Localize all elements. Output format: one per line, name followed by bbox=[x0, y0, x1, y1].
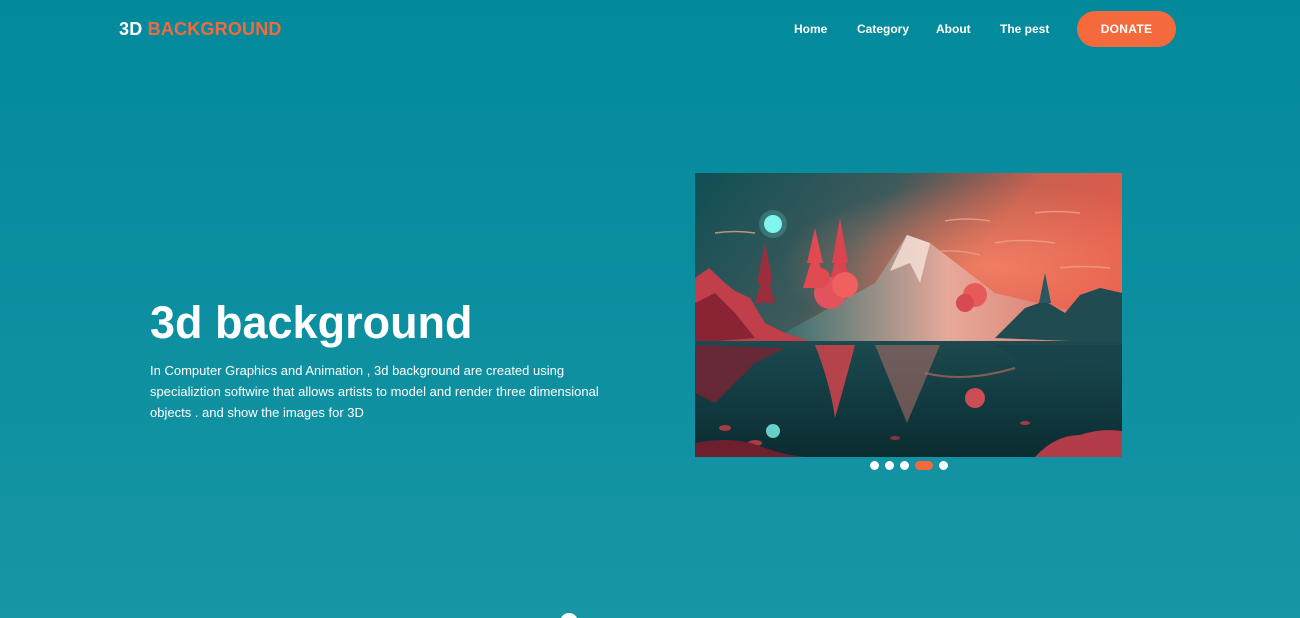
nav-category[interactable]: Category bbox=[857, 22, 909, 36]
site-logo[interactable]: 3D BACKGROUND bbox=[119, 19, 282, 40]
logo-accent: BACKGROUND bbox=[147, 19, 282, 39]
carousel-dot-1[interactable] bbox=[870, 461, 879, 470]
nav-the-pest[interactable]: The pest bbox=[1000, 22, 1049, 36]
navbar: 3D BACKGROUND Home Category About The pe… bbox=[0, 0, 1300, 60]
carousel-dot-4-active[interactable] bbox=[915, 461, 933, 470]
carousel-dot-2[interactable] bbox=[885, 461, 894, 470]
image-carousel[interactable] bbox=[695, 173, 1122, 457]
donate-button[interactable]: DONATE bbox=[1077, 11, 1176, 47]
logo-prefix: 3D bbox=[119, 19, 143, 39]
scroll-indicator[interactable] bbox=[560, 613, 578, 618]
carousel-indicators bbox=[870, 461, 948, 470]
carousel-dot-5[interactable] bbox=[939, 461, 948, 470]
landscape-image bbox=[695, 173, 1122, 457]
carousel-dot-3[interactable] bbox=[900, 461, 909, 470]
hero-title: 3d background bbox=[150, 297, 473, 348]
nav-about[interactable]: About bbox=[936, 22, 971, 36]
nav-home[interactable]: Home bbox=[794, 22, 827, 36]
hero-description: In Computer Graphics and Animation , 3d … bbox=[150, 363, 599, 420]
